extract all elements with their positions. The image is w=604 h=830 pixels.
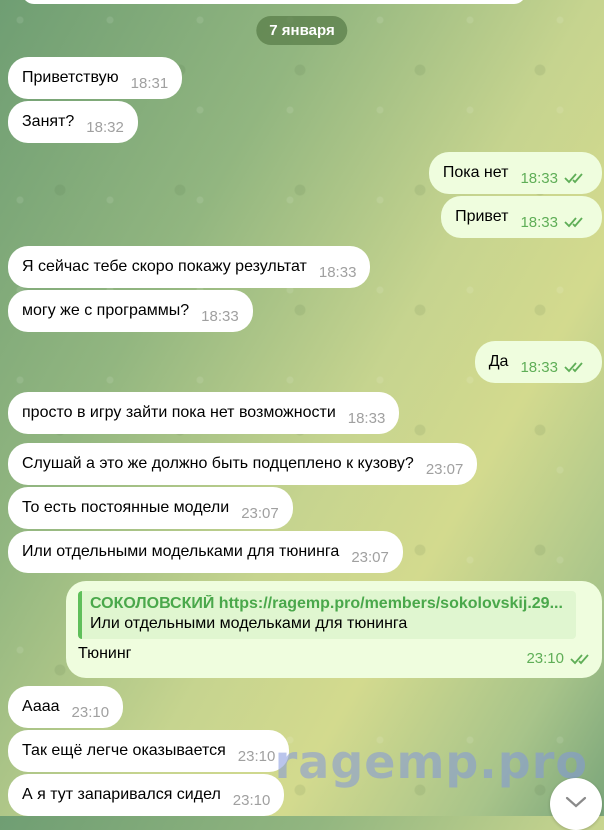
message-incoming[interactable]: Занят? 18:32 <box>8 101 138 143</box>
message-time: 23:10 <box>237 747 276 765</box>
read-check-icon <box>564 216 588 228</box>
message-text: То есть постоянные модели <box>22 499 230 516</box>
read-check-icon <box>570 653 594 665</box>
message-time: 18:33 <box>520 169 558 187</box>
message-time: 18:33 <box>318 263 357 281</box>
message-time: 23:07 <box>425 460 464 478</box>
message-time: 23:10 <box>526 650 564 667</box>
message-text: Или отдельными модельками для тюнинга <box>22 543 340 560</box>
message-text: Да <box>488 353 509 370</box>
message-incoming[interactable]: Или отдельными модельками для тюнинга 23… <box>8 531 403 573</box>
message-text: Тюнинг <box>78 645 132 662</box>
message-incoming[interactable]: Приветствую 18:31 <box>8 57 183 99</box>
previous-message-bubble <box>22 0 526 4</box>
message-text: Слушай а это же должно быть подцеплено к… <box>22 455 414 472</box>
message-text: могу же с программы? <box>22 302 190 319</box>
scroll-down-button[interactable] <box>550 778 602 830</box>
message-incoming[interactable]: То есть постоянные модели 23:07 <box>8 487 293 529</box>
date-separator: 7 января <box>256 16 348 45</box>
message-incoming[interactable]: А я тут запаривался сидел 23:10 <box>8 774 285 816</box>
message-incoming[interactable]: могу же с программы? 18:33 <box>8 290 253 332</box>
chevron-down-icon <box>564 795 588 814</box>
message-incoming[interactable]: Слушай а это же должно быть подцеплено к… <box>8 443 478 485</box>
quote-author: СОКОЛОВСКИЙ https://ragemp.pro/members/s… <box>90 595 563 612</box>
message-text: Занят? <box>22 113 75 130</box>
message-text: Пока нет <box>442 164 509 181</box>
message-incoming[interactable]: Я сейчас тебе скоро покажу результат 18:… <box>8 246 371 288</box>
message-text: А я тут запаривался сидел <box>22 786 221 803</box>
read-check-icon <box>564 361 588 373</box>
message-text: Привет <box>455 208 509 225</box>
message-text: Аааа <box>22 698 60 715</box>
message-outgoing[interactable]: Привет 18:33 <box>441 196 602 238</box>
message-outgoing-reply[interactable]: СОКОЛОВСКИЙ https://ragemp.pro/members/s… <box>66 581 602 678</box>
read-check-icon <box>564 172 588 184</box>
message-incoming[interactable]: Так ещё легче оказывается 23:10 <box>8 730 290 772</box>
watermark: ragemp.pro <box>274 735 588 789</box>
message-text: Так ещё легче оказывается <box>22 742 226 759</box>
message-outgoing[interactable]: Да 18:33 <box>474 341 602 383</box>
message-time: 18:33 <box>347 409 386 427</box>
message-incoming[interactable]: просто в игру зайти пока нет возможности… <box>8 392 400 434</box>
message-text: Я сейчас тебе скоро покажу результат <box>22 258 307 275</box>
message-time: 18:33 <box>520 358 558 376</box>
message-text: просто в игру зайти пока нет возможности <box>22 404 336 421</box>
message-time: 23:10 <box>232 791 271 809</box>
message-time: 18:32 <box>86 118 124 136</box>
quote-text: Или отдельными модельками для тюнинга <box>90 615 408 632</box>
message-outgoing[interactable]: Пока нет 18:33 <box>428 152 602 194</box>
message-time: 23:10 <box>71 703 110 721</box>
message-time: 23:07 <box>351 548 389 566</box>
message-time: 18:33 <box>201 307 239 325</box>
message-incoming[interactable]: Аааа 23:10 <box>8 686 124 728</box>
message-time: 18:31 <box>130 74 169 92</box>
message-time: 23:07 <box>241 504 279 522</box>
message-text: Приветствую <box>22 69 119 86</box>
message-time: 18:33 <box>520 213 558 231</box>
reply-quote[interactable]: СОКОЛОВСКИЙ https://ragemp.pro/members/s… <box>78 591 576 639</box>
message-meta: 23:10 <box>526 650 594 667</box>
